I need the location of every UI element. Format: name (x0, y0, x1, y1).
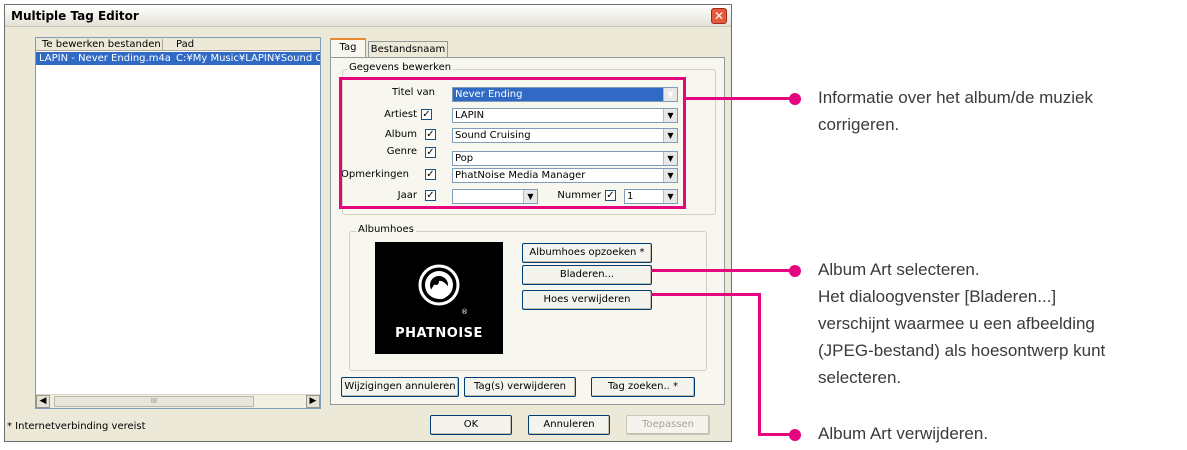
remove-album-art-button[interactable]: Hoes verwijderen (522, 290, 652, 310)
callout-dot-select (789, 265, 801, 277)
ok-button[interactable]: OK (430, 415, 512, 435)
annotation-remove: Album Art verwijderen. (818, 420, 1183, 447)
callout-dot-remove (789, 429, 801, 441)
tab-bestandsnaam[interactable]: Bestandsnaam (368, 41, 448, 58)
tab-bestandsnaam-label: Bestandsnaam (370, 44, 446, 55)
delete-tags-button[interactable]: Tag(s) verwijderen (464, 377, 576, 397)
callout-line-remove-v (758, 293, 761, 436)
callout-line-select (651, 269, 791, 272)
tab-tag[interactable]: Tag (330, 38, 366, 58)
multiple-tag-editor-window: Multiple Tag Editor ✕ Te bewerken bestan… (4, 4, 732, 442)
logo-text: PHATNOISE (395, 326, 483, 341)
apply-button[interactable]: Toepassen (626, 415, 710, 435)
close-button[interactable]: ✕ (711, 8, 727, 24)
search-tag-button[interactable]: Tag zoeken.. * (591, 377, 695, 397)
scroll-right-button[interactable]: ▶ (306, 395, 320, 408)
row-path: C:¥My Music¥LAPIN¥Sound Cruising (176, 53, 320, 64)
tab-tag-label: Tag (339, 42, 357, 53)
annotation-select-line2: Het dialoogvenster [Bladeren...] (818, 287, 1057, 306)
scroll-thumb[interactable]: III (54, 396, 254, 407)
horizontal-scrollbar[interactable]: ◀ III ▶ (36, 394, 320, 408)
annotation-info: Informatie over het album/de muziek corr… (818, 84, 1183, 138)
file-list-header: Te bewerken bestanden Pad (36, 38, 320, 51)
highlight-edit-fields (339, 77, 686, 209)
cancel-button[interactable]: Annuleren (528, 415, 610, 435)
column-header-files[interactable]: Te bewerken bestanden (42, 38, 161, 51)
album-art-image: PHATNOISE ® (375, 242, 503, 354)
callout-line-remove-h2 (758, 433, 791, 436)
annotation-select-line3: verschijnt waarmee u een afbeelding (818, 314, 1095, 333)
annotation-select-line5: selecteren. (818, 368, 902, 387)
browse-button[interactable]: Bladeren... (522, 265, 652, 285)
annotation-select-line1: Album Art selecteren. (818, 260, 980, 279)
internet-required-note: * Internetverbinding vereist (7, 421, 146, 432)
annotation-select-line4: (JPEG-bestand) als hoesontwerp kunt (818, 341, 1106, 360)
title-bar[interactable]: Multiple Tag Editor ✕ (5, 5, 731, 27)
column-header-path[interactable]: Pad (176, 38, 194, 51)
annotation-info-line2: corrigeren. (818, 115, 900, 134)
edit-group-label: Gegevens bewerken (347, 62, 454, 73)
album-art-group-label: Albumhoes (356, 224, 416, 235)
annotation-remove-line1: Album Art verwijderen. (818, 424, 989, 443)
registered-mark: ® (461, 308, 468, 316)
scroll-left-button[interactable]: ◀ (36, 395, 50, 408)
callout-line-remove-h1 (651, 293, 761, 296)
column-divider (162, 39, 163, 50)
row-file-name: LAPIN - Never Ending.m4a (39, 53, 171, 64)
annotation-info-line1: Informatie over het album/de muziek (818, 88, 1093, 107)
search-album-art-button[interactable]: Albumhoes opzoeken * (522, 243, 652, 263)
window-title: Multiple Tag Editor (11, 9, 139, 23)
file-list[interactable]: Te bewerken bestanden Pad LAPIN - Never … (35, 37, 321, 409)
callout-line-info (686, 97, 791, 100)
table-row[interactable]: LAPIN - Never Ending.m4a C:¥My Music¥LAP… (36, 52, 320, 65)
annotation-select: Album Art selecteren. Het dialoogvenster… (818, 256, 1183, 391)
cancel-changes-button[interactable]: Wijzigingen annuleren (341, 377, 459, 397)
callout-dot-info (789, 93, 801, 105)
